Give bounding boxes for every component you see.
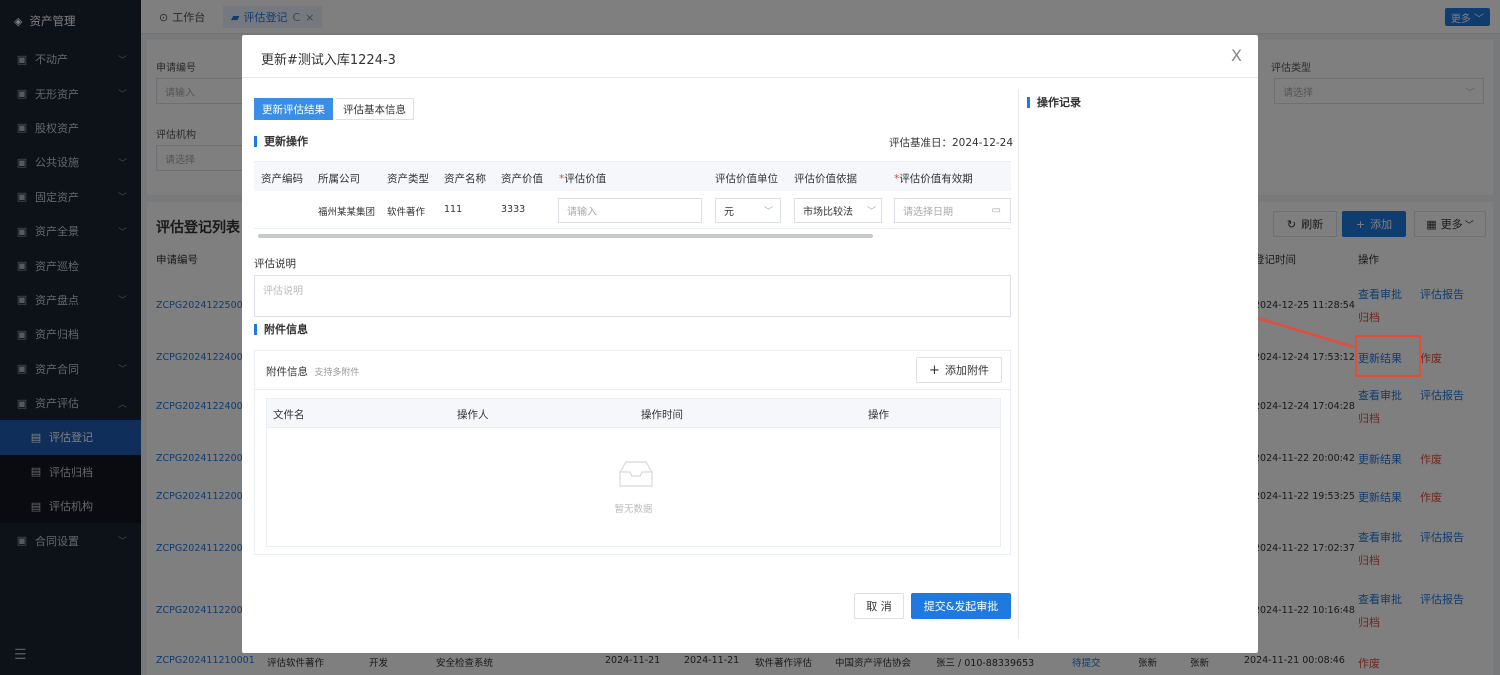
th-asset-type: 资产类型	[387, 173, 429, 185]
cancel-button[interactable]: 取 消	[854, 593, 904, 619]
add-attachment-label: 添加附件	[944, 364, 989, 377]
th-asset-value: 资产价值	[501, 173, 543, 185]
eval-value-input[interactable]: 请输入	[558, 198, 702, 223]
date-placeholder: 请选择日期	[903, 207, 953, 218]
attach-title: 附件信息 支持多附件	[266, 364, 359, 379]
base-date: 评估基准日：2024-12-24	[889, 137, 1014, 149]
section-attach-heading: 附件信息	[254, 324, 308, 335]
empty-inbox-icon	[619, 461, 653, 487]
calendar-icon: ▭	[991, 205, 1001, 216]
desc-textarea[interactable]: 评估说明	[254, 275, 1011, 317]
th-company: 所属公司	[318, 173, 360, 185]
th-eval-basis: 评估价值依据	[794, 173, 857, 185]
attach-title-label: 附件信息	[266, 366, 308, 378]
update-modal: 更新#测试入库1224-3 X 更新评估结果 评估基本信息 更新操作 评估基准日…	[242, 35, 1258, 653]
submit-approval-button[interactable]: 提交&发起审批	[911, 593, 1011, 619]
asset-table-row: 福州某某集团 软件著作 111 3333 请输入 元 ﹀ 市场比较法 ﹀ 请选择…	[254, 191, 1011, 229]
panel-divider	[1018, 89, 1019, 639]
tab-update-result[interactable]: 更新评估结果	[254, 98, 333, 120]
operation-log-heading: 操作记录	[1027, 97, 1081, 108]
modal-header-divider	[242, 77, 1258, 78]
empty-text: 暂无数据	[614, 504, 653, 515]
row-company: 福州某某集团	[318, 207, 376, 218]
th-eval-unit: 评估价值单位	[715, 173, 778, 185]
table-horizontal-scrollbar[interactable]	[258, 234, 873, 238]
chevron-down-icon: ﹀	[866, 207, 876, 217]
th-operator: 操作人	[457, 409, 489, 421]
th-eval-value: *评估价值	[559, 171, 606, 186]
asset-table-header: 资产编码 所属公司 资产类型 资产名称 资产价值 *评估价值 评估价值单位 评估…	[254, 161, 1011, 191]
attach-hint: 支持多附件	[314, 368, 360, 378]
chevron-down-icon: ﹀	[763, 207, 773, 217]
modal-title: 更新#测试入库1224-3	[261, 53, 396, 68]
attach-table-header: 文件名 操作人 操作时间 操作	[266, 398, 1001, 428]
row-asset-type: 软件著作	[387, 207, 426, 218]
th-op: 操作	[868, 409, 889, 421]
th-eval-value-label: 评估价值	[564, 173, 607, 185]
section-update-heading: 更新操作	[254, 136, 308, 147]
desc-label: 评估说明	[254, 258, 296, 270]
th-eval-validity-label: 评估价值有效期	[899, 173, 973, 185]
eval-validity-date-picker[interactable]: 请选择日期 ▭	[894, 198, 1011, 223]
th-op-time: 操作时间	[641, 409, 683, 421]
th-eval-validity: *评估价值有效期	[894, 171, 973, 186]
th-asset-code: 资产编码	[261, 173, 303, 185]
attachment-card: 附件信息 支持多附件 + 添加附件 文件名 操作人 操作时间 操作 暂无数据	[254, 350, 1011, 555]
close-icon[interactable]: X	[1231, 46, 1242, 65]
plus-icon: +	[929, 362, 940, 378]
th-asset-name: 资产名称	[444, 173, 486, 185]
eval-basis-select[interactable]: 市场比较法 ﹀	[794, 198, 882, 223]
row-asset-name: 111	[444, 204, 463, 215]
eval-unit-value: 元	[724, 207, 734, 218]
th-filename: 文件名	[273, 409, 305, 421]
tab-basic-info[interactable]: 评估基本信息	[336, 98, 414, 120]
add-attachment-button[interactable]: + 添加附件	[916, 357, 1002, 383]
attach-table-body: 暂无数据	[266, 428, 1001, 547]
attach-divider	[255, 389, 1010, 390]
eval-basis-value: 市场比较法	[803, 207, 853, 218]
eval-unit-select[interactable]: 元 ﹀	[715, 198, 781, 223]
row-asset-value: 3333	[501, 204, 526, 215]
